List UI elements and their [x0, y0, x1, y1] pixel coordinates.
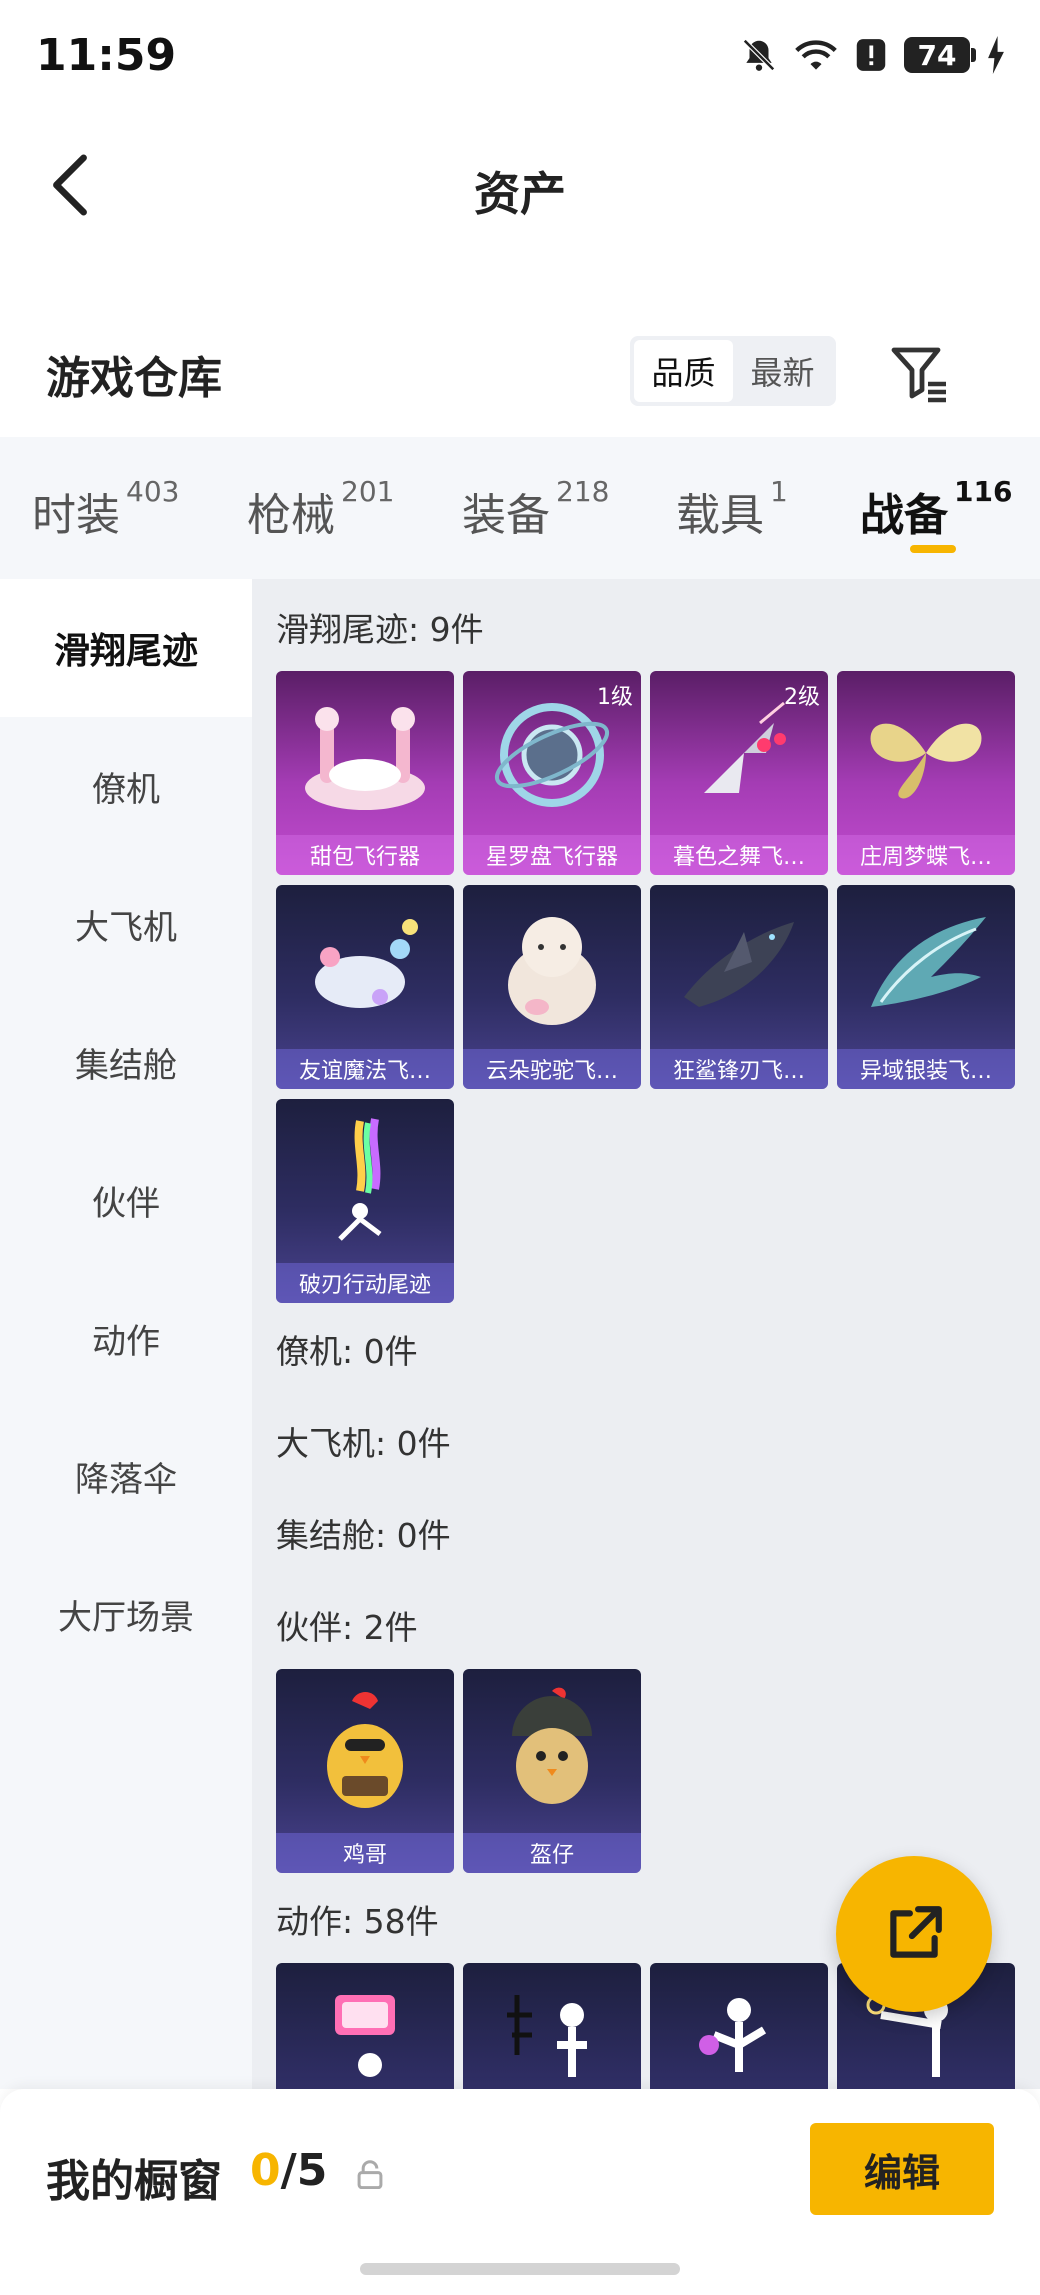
helmet-chick-partner-icon	[512, 1687, 592, 1804]
share-external-icon	[890, 1906, 942, 1958]
item-name: 狂鲨锋刃飞…	[650, 1049, 828, 1089]
friendship-magic-glider-icon	[315, 919, 418, 1008]
nav-bar: 资产	[0, 120, 1040, 250]
item-level: 2级	[784, 685, 820, 710]
item-card[interactable]	[276, 1963, 454, 2089]
battery-indicator: 74	[904, 37, 976, 73]
sort-quality-button[interactable]: 品质	[634, 340, 733, 402]
mute-notification-icon	[743, 39, 775, 71]
silver-wing-glider-icon	[871, 917, 986, 1007]
tab-equipment[interactable]: 装备 218	[462, 475, 609, 543]
item-card[interactable]: 云朵驼驼飞…	[463, 885, 641, 1089]
dessert-glider-icon	[305, 707, 425, 810]
item-name: 庄周梦蝶飞…	[837, 835, 1015, 875]
sidebar-item-wingman[interactable]: 僚机	[0, 717, 252, 855]
shark-blade-glider-icon	[684, 922, 794, 1007]
emote-sign-icon	[335, 1995, 395, 2077]
item-card[interactable]: 庄周梦蝶飞…	[837, 671, 1015, 875]
sidebar-item-glide-trail[interactable]: 滑翔尾迹	[0, 579, 252, 717]
emote-calligraphy-icon	[507, 1995, 587, 2077]
lock-icon	[357, 2160, 383, 2189]
item-card[interactable]	[650, 1963, 828, 2089]
edit-button[interactable]: 编辑	[810, 2123, 994, 2215]
item-name: 盔仔	[463, 1833, 641, 1873]
showcase-count-total: /5	[280, 2145, 328, 2196]
item-card[interactable]: 鸡哥	[276, 1669, 454, 1873]
section-title-glide-trail: 滑翔尾迹: 9件	[276, 610, 484, 649]
item-name: 星罗盘飞行器	[463, 835, 641, 875]
filter-icon	[891, 347, 946, 403]
item-card[interactable]: 2级 暮色之舞飞…	[650, 671, 828, 875]
section-title-big-plane: 大飞机: 0件	[276, 1424, 451, 1463]
item-name: 甜包飞行器	[276, 835, 454, 875]
tab-label: 枪械	[247, 490, 335, 541]
status-time: 11:59	[36, 30, 177, 81]
sort-toggle: 品质 最新	[630, 336, 836, 406]
sort-latest-button[interactable]: 最新	[733, 340, 832, 402]
warehouse-header: 游戏仓库 品质 最新	[0, 320, 1040, 440]
butterfly-glider-icon	[870, 723, 982, 799]
tab-count: 1	[770, 475, 788, 508]
item-name: 云朵驼驼飞…	[463, 1049, 641, 1089]
item-card[interactable]: 盔仔	[463, 1669, 641, 1873]
tab-fashion[interactable]: 时装 403	[32, 475, 179, 543]
status-bar: 11:59 74	[0, 0, 1040, 120]
share-fab-button[interactable]	[836, 1856, 992, 2012]
tab-label: 装备	[462, 490, 550, 541]
home-indicator[interactable]	[360, 2263, 680, 2275]
tab-label: 载具	[676, 490, 764, 541]
wifi-icon	[795, 40, 837, 70]
item-card[interactable]: 破刃行动尾迹	[276, 1099, 454, 1303]
sidebar-item-emote[interactable]: 动作	[0, 1269, 252, 1407]
tab-guns[interactable]: 枪械 201	[247, 475, 394, 543]
warehouse-title: 游戏仓库	[46, 353, 222, 404]
item-card[interactable]: 异域银装飞…	[837, 885, 1015, 1089]
item-level: 1级	[597, 685, 633, 710]
tab-war-gear[interactable]: 战备 116	[860, 475, 1012, 543]
sub-category-sidebar: 滑翔尾迹 僚机 大飞机 集结舱 伙伴 动作 降落伞 大厅场景	[0, 579, 252, 2089]
alpaca-glider-icon	[508, 917, 596, 1025]
item-card[interactable]: 友谊魔法飞…	[276, 885, 454, 1089]
chicken-partner-icon	[327, 1692, 403, 1808]
showcase-title: 我的橱窗	[46, 2156, 222, 2207]
filter-button[interactable]	[888, 340, 952, 404]
section-title-emote: 动作: 58件	[276, 1902, 439, 1941]
tab-label: 战备	[860, 490, 948, 541]
sidebar-item-parachute[interactable]: 降落伞	[0, 1407, 252, 1545]
sidebar-item-partner[interactable]: 伙伴	[0, 1131, 252, 1269]
tab-count: 116	[954, 475, 1013, 508]
category-tabs: 时装 403 枪械 201 装备 218 载具 1 战备 116	[0, 437, 1040, 579]
alert-icon	[856, 39, 886, 71]
tab-count: 403	[126, 475, 180, 508]
section-title-capsule: 集结舱: 0件	[276, 1516, 451, 1555]
page-title: 资产	[474, 167, 566, 221]
tab-label: 时装	[32, 490, 120, 541]
sidebar-item-capsule[interactable]: 集结舱	[0, 993, 252, 1131]
emote-dance-icon	[699, 1998, 767, 2072]
tab-count: 218	[556, 475, 610, 508]
section-title-partner: 伙伴: 2件	[276, 1608, 418, 1647]
item-name: 异域银装飞…	[837, 1049, 1015, 1089]
section-title-wingman: 僚机: 0件	[276, 1332, 418, 1371]
item-name: 破刃行动尾迹	[276, 1263, 454, 1303]
item-card[interactable]	[463, 1963, 641, 2089]
item-name: 鸡哥	[276, 1833, 454, 1873]
status-icons: 74	[740, 36, 1006, 74]
item-card[interactable]: 狂鲨锋刃飞…	[650, 885, 828, 1089]
smoke-trail-icon	[338, 1118, 382, 1241]
item-card[interactable]: 甜包飞行器	[276, 671, 454, 875]
charging-icon	[988, 36, 1004, 74]
showcase-count: 0/5	[250, 2145, 327, 2196]
item-name: 暮色之舞飞…	[650, 835, 828, 875]
showcase-count-current: 0	[250, 2145, 281, 2196]
sidebar-item-lobby-scene[interactable]: 大厅场景	[0, 1545, 252, 1683]
tab-vehicles[interactable]: 载具 1	[676, 475, 788, 543]
item-card[interactable]: 1级 星罗盘飞行器	[463, 671, 641, 875]
active-tab-indicator	[910, 545, 956, 553]
tab-count: 201	[341, 475, 395, 508]
item-name: 友谊魔法飞…	[276, 1049, 454, 1089]
sidebar-item-big-plane[interactable]: 大飞机	[0, 855, 252, 993]
